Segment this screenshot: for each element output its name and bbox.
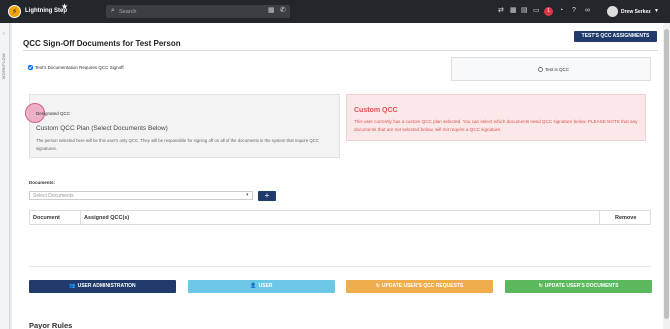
payor-rules-heading: Payor Rules	[29, 321, 73, 329]
qcc-assignments-button[interactable]: TEST'S QCC ASSIGNMENTS	[574, 31, 657, 42]
divider	[80, 211, 81, 224]
search-bar: ⌕ ▦ ✆	[106, 5, 290, 18]
update-qcc-requests-label: UPDATE USER'S QCC REQUESTS	[381, 283, 464, 289]
star-icon[interactable]: ★	[61, 3, 68, 11]
update-documents-label: UPDATE USER'S DOCUMENTS	[544, 283, 619, 289]
user-administration-label: USER ADMINISTRATION	[77, 283, 136, 289]
users-icon: 👥	[69, 283, 76, 289]
documents-label: Documents:	[29, 180, 56, 185]
divider	[599, 211, 600, 224]
documents-table-header: Document Assigned QCC(s) Remove	[29, 210, 651, 225]
divider	[23, 50, 659, 51]
chat-icon[interactable]: ▭	[533, 7, 540, 14]
scrollbar-thumb[interactable]	[664, 29, 669, 319]
requires-signoff-checkbox[interactable]	[28, 65, 33, 70]
user-administration-button[interactable]: 👥 USER ADMINISTRATION	[29, 280, 176, 293]
top-navbar: ⚡ Lightning Step ★ ⌕ ▦ ✆ ⇄ ▦ ▤ ▭ 1 ◔ ? ∞…	[0, 0, 670, 23]
workflow-side-tab[interactable]: ‹ WORKFLOW	[0, 23, 10, 329]
side-tab-label: WORKFLOW	[1, 53, 6, 80]
transfer-icon[interactable]: ⇄	[498, 7, 504, 14]
column-header-assigned-qcc: Assigned QCC(s)	[84, 215, 130, 221]
designated-qcc-label: Designated QCC	[36, 111, 71, 116]
chevron-down-icon[interactable]: ▾	[246, 192, 249, 198]
calendar-grid-icon[interactable]: ▦	[510, 7, 517, 14]
refresh-icon: ↻	[375, 283, 380, 289]
qcc-plan-select[interactable]: Custom QCC Plan (Select Documents Below)	[36, 125, 168, 132]
test-is-qcc-checkbox[interactable]	[538, 67, 543, 72]
test-is-qcc-option[interactable]: Test is QCC	[538, 67, 569, 72]
notification-count-badge: 1	[544, 7, 553, 16]
chevron-left-icon[interactable]: ‹	[3, 31, 5, 37]
help-icon[interactable]: ?	[572, 7, 576, 14]
inbox-icon[interactable]: ▤	[521, 7, 528, 14]
calendar-icon[interactable]: ▦	[268, 7, 275, 14]
update-qcc-requests-button[interactable]: ↻ UPDATE USER'S QCC REQUESTS	[346, 280, 493, 293]
requires-signoff-label: Test's Documentation Requires QCC Signof…	[35, 65, 124, 70]
page-title: QCC Sign-Off Documents for Test Person	[23, 39, 181, 48]
app-logo-icon[interactable]: ⚡	[8, 5, 21, 18]
user-name[interactable]: Drew Serkez	[621, 9, 651, 15]
custom-qcc-alert: Custom QCC This user currently has a cus…	[346, 94, 646, 141]
test-is-qcc-label: Test is QCC	[545, 67, 570, 72]
user-button[interactable]: 👤 USER	[188, 280, 335, 293]
documents-select-placeholder: Select Documents	[33, 193, 74, 199]
divider	[29, 266, 651, 267]
refresh-icon: ↻	[538, 283, 543, 289]
search-input[interactable]	[119, 6, 259, 17]
avatar[interactable]	[607, 6, 618, 17]
add-document-button[interactable]: +	[258, 191, 276, 201]
designated-qcc-description: The person selected here will be this us…	[36, 138, 319, 151]
documents-select[interactable]: Select Documents ▾	[29, 191, 253, 200]
user-label: USER	[258, 283, 273, 289]
update-documents-button[interactable]: ↻ UPDATE USER'S DOCUMENTS	[505, 280, 652, 293]
requires-signoff-option[interactable]: Test's Documentation Requires QCC Signof…	[28, 65, 124, 70]
search-icon: ⌕	[111, 7, 115, 14]
link-icon[interactable]: ∞	[585, 7, 590, 14]
column-header-remove: Remove	[615, 215, 637, 221]
custom-qcc-title: Custom QCC	[354, 107, 398, 114]
user-icon: 👤	[250, 283, 257, 289]
custom-qcc-description: This user currently has a custom QCC pla…	[354, 119, 638, 132]
bell-icon[interactable]: ◔	[559, 7, 563, 14]
chevron-down-icon[interactable]: ▼	[654, 8, 659, 14]
designated-qcc-panel: Designated QCC Custom QCC Plan (Select D…	[25, 94, 340, 158]
column-header-document: Document	[33, 215, 60, 221]
main-panel: QCC Sign-Off Documents for Test Person T…	[12, 23, 663, 329]
phone-icon[interactable]: ✆	[280, 7, 286, 14]
test-is-qcc-panel: Test is QCC	[451, 57, 651, 81]
